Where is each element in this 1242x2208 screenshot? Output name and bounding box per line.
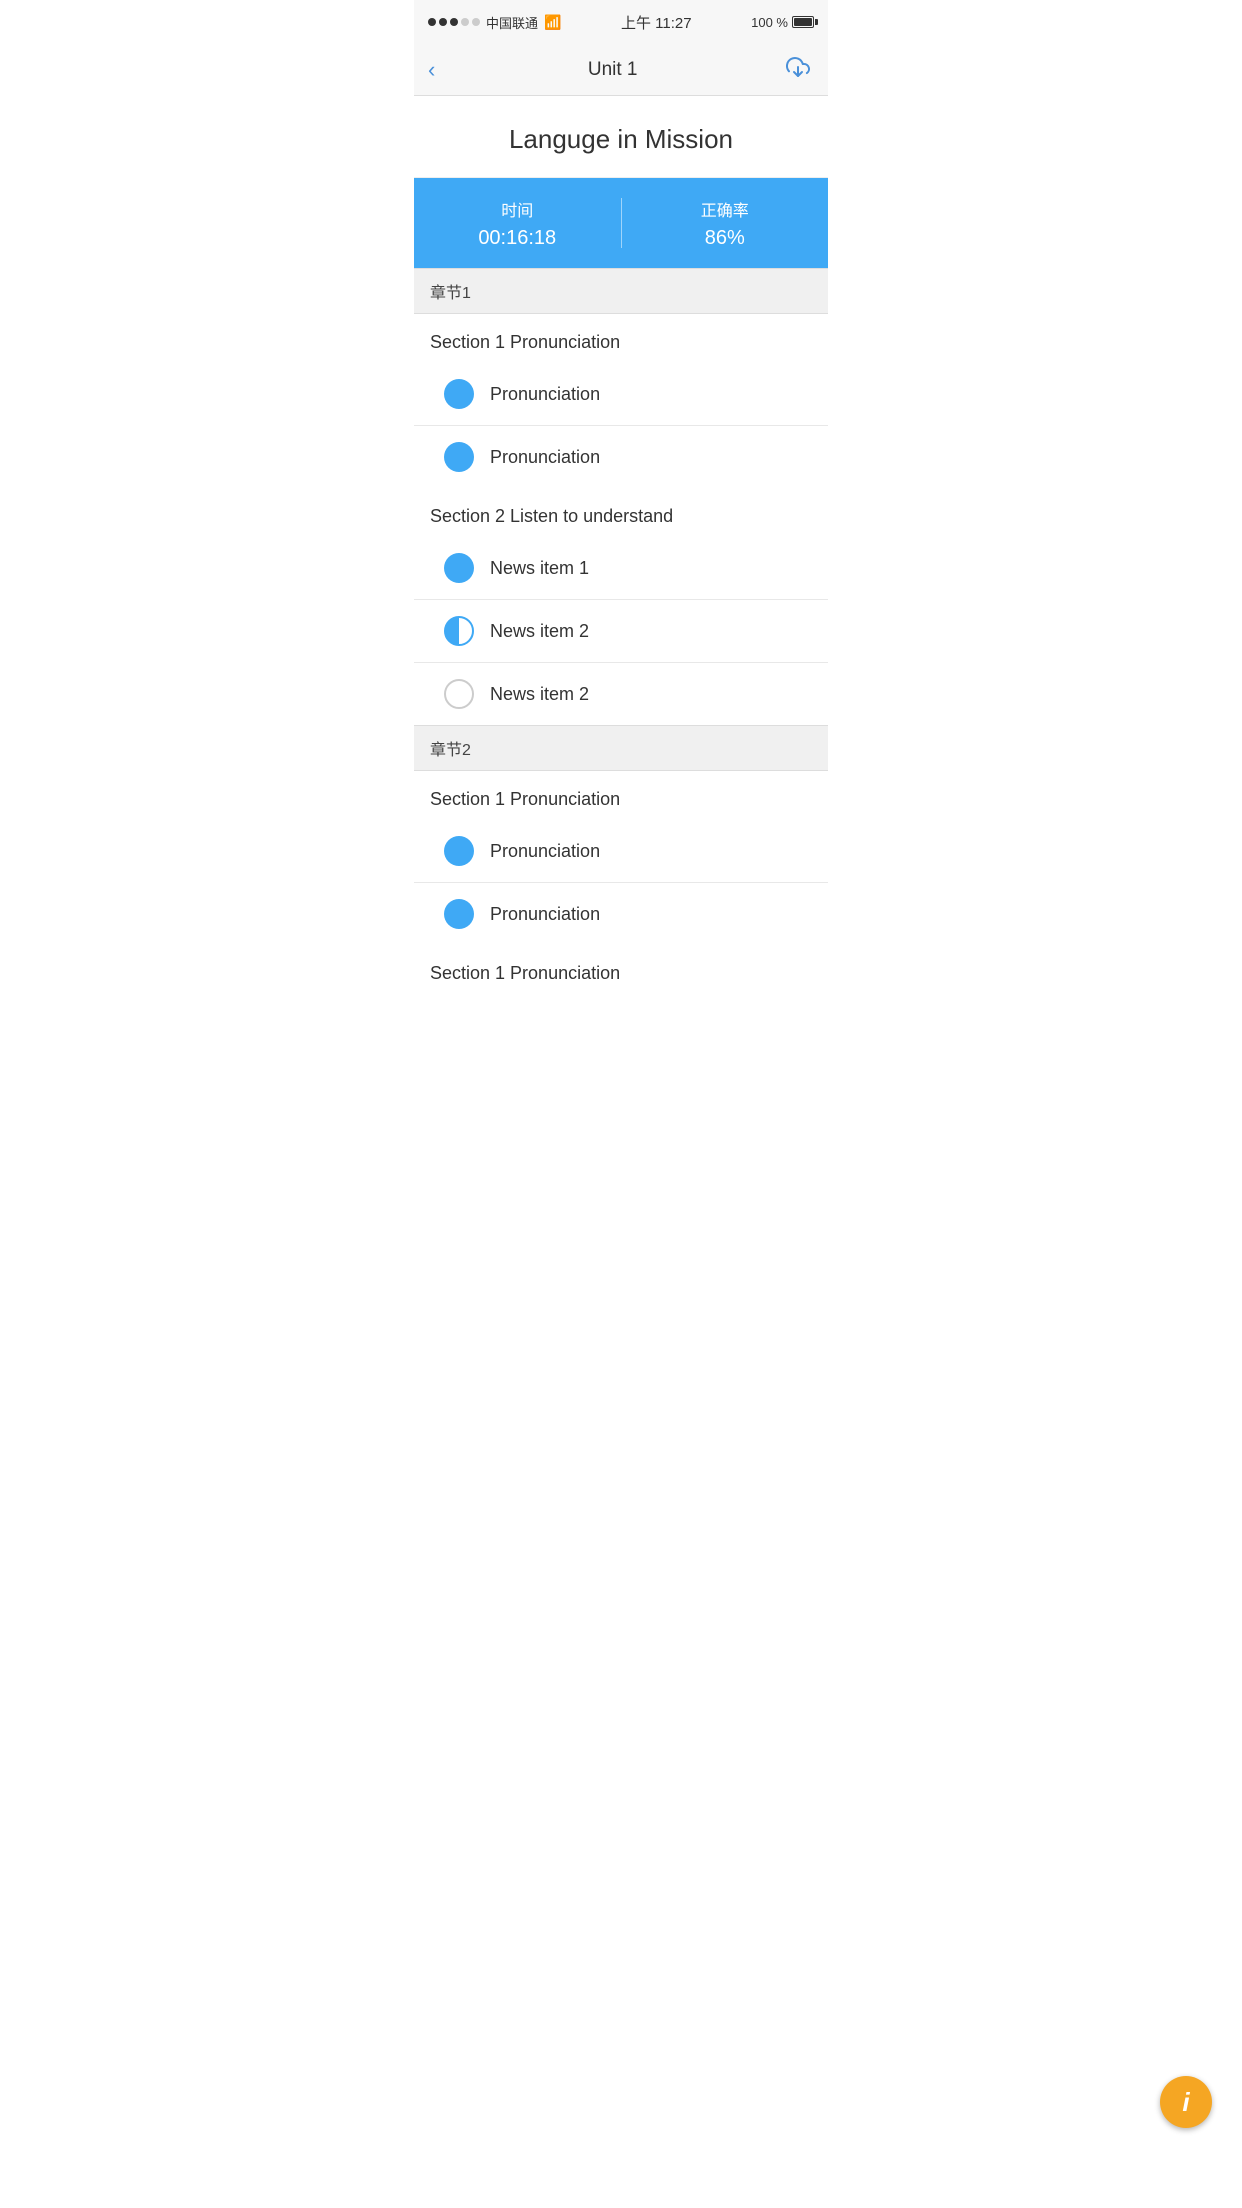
status-right: 100 % [751,15,814,30]
stat-time: 时间 00:16:18 [414,197,621,250]
status-left: 中国联通 📶 [428,13,561,32]
item-label: News item 2 [490,621,589,642]
battery-icon [792,16,814,28]
signal-dot-5 [472,18,480,26]
list-item[interactable]: Pronunciation [414,820,828,882]
list-item[interactable]: Pronunciation [414,882,828,945]
list-item[interactable]: Pronunciation [414,425,828,488]
status-icon-full [444,442,474,472]
status-icon-full [444,899,474,929]
items-group-0-1: News item 1 News item 2 News item 2 [414,537,828,725]
stats-bar: 时间 00:16:18 正确率 86% [414,178,828,268]
chapter-header-0: 章节1 [414,268,828,314]
items-group-1-0: Pronunciation Pronunciation [414,820,828,945]
wifi-icon: 📶 [544,14,561,31]
item-label: Pronunciation [490,904,600,925]
signal-dot-1 [428,18,436,26]
time-label: 时间 [501,197,533,221]
signal-dot-4 [461,18,469,26]
status-icon-empty [444,679,474,709]
accuracy-label: 正确率 [701,197,749,221]
section-title-0-1: Section 2 Listen to understand [414,488,828,537]
accuracy-value: 86% [705,227,745,250]
item-label: Pronunciation [490,841,600,862]
signal-dots [428,18,480,26]
download-button[interactable] [782,51,814,89]
section-title-1-1: Section 1 Pronunciation [414,945,828,994]
list-item[interactable]: News item 1 [414,537,828,599]
status-bar: 中国联通 📶 上午 11:27 100 % [414,0,828,44]
signal-dot-3 [450,18,458,26]
status-icon-full [444,836,474,866]
chapter-header-1: 章节2 [414,725,828,771]
chapters-container: 章节1Section 1 PronunciationPronunciationP… [414,268,828,994]
info-icon: i [1182,2087,1189,2118]
nav-bar: ‹ Unit 1 [414,44,828,96]
stat-accuracy: 正确率 86% [622,197,829,250]
nav-title: Unit 1 [588,59,638,81]
info-button[interactable]: i [1160,2076,1212,2128]
status-time: 上午 11:27 [621,12,692,33]
item-label: News item 1 [490,558,589,579]
battery-percent: 100 % [751,15,788,30]
item-label: News item 2 [490,684,589,705]
carrier-label: 中国联通 [486,13,538,32]
status-icon-full [444,553,474,583]
status-icon-half [444,616,474,646]
page-title-section: Languge in Mission [414,96,828,178]
items-group-0-0: Pronunciation Pronunciation [414,363,828,488]
section-title-0-0: Section 1 Pronunciation [414,314,828,363]
list-item[interactable]: Pronunciation [414,363,828,425]
list-item[interactable]: News item 2 [414,599,828,662]
back-button[interactable]: ‹ [428,53,443,87]
item-label: Pronunciation [490,384,600,405]
time-value: 00:16:18 [478,227,556,250]
page-title: Languge in Mission [434,124,808,155]
section-title-1-0: Section 1 Pronunciation [414,771,828,820]
item-label: Pronunciation [490,447,600,468]
status-icon-full [444,379,474,409]
list-item[interactable]: News item 2 [414,662,828,725]
signal-dot-2 [439,18,447,26]
